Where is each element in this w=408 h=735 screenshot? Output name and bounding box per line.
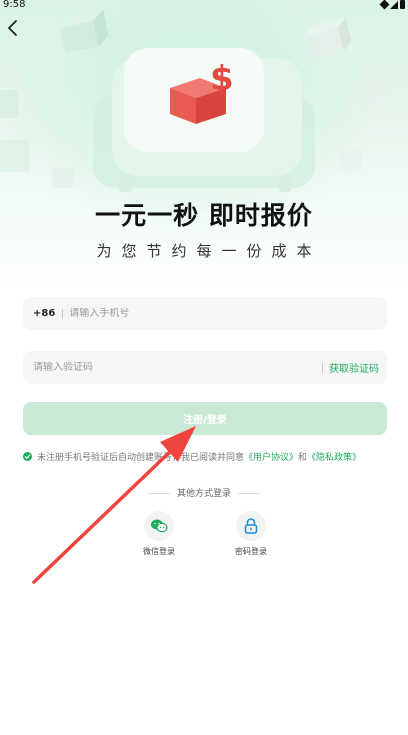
page-subheadline: 为您节约每一份成本 xyxy=(96,242,322,260)
lock-icon xyxy=(244,518,258,534)
verification-code-field[interactable]: 获取验证码 xyxy=(23,351,387,384)
password-login-button[interactable]: 密码登录 xyxy=(226,511,276,557)
user-agreement-link[interactable]: 《用户协议》 xyxy=(244,450,298,463)
svg-text:$: $ xyxy=(210,59,234,99)
page-headline: 一元一秒 即时报价 xyxy=(95,201,313,230)
get-code-button[interactable]: 获取验证码 xyxy=(329,360,379,375)
other-login-title: 其他方式登录 xyxy=(0,486,408,499)
wechat-login-label: 微信登录 xyxy=(143,547,175,556)
agreement-text: 未注册手机号验证后自动创建账号，我已阅读并同意 xyxy=(37,452,245,463)
check-icon xyxy=(24,453,31,459)
verification-code-input[interactable] xyxy=(33,362,315,373)
password-login-label: 密码登录 xyxy=(235,547,267,556)
divider xyxy=(322,362,323,373)
wechat-icon-circle xyxy=(144,511,174,541)
phone-input[interactable] xyxy=(69,308,387,319)
agree-checkbox[interactable] xyxy=(23,451,32,461)
divider xyxy=(62,308,64,319)
agreement-row: 未注册手机号验证后自动创建账号，我已阅读并同意 《用户协议》 和 《隐私政策》 xyxy=(23,449,393,463)
register-login-button[interactable]: 注册/登录 xyxy=(23,402,387,435)
agreement-and: 和 xyxy=(298,452,308,463)
back-chevron-icon[interactable] xyxy=(4,18,24,38)
wechat-icon xyxy=(151,519,168,533)
phone-field[interactable]: +86 xyxy=(23,297,387,330)
lock-icon-circle xyxy=(236,511,266,541)
privacy-policy-link[interactable]: 《隐私政策》 xyxy=(307,450,361,463)
country-code[interactable]: +86 xyxy=(33,308,55,319)
wechat-login-button[interactable]: 微信登录 xyxy=(134,511,184,557)
